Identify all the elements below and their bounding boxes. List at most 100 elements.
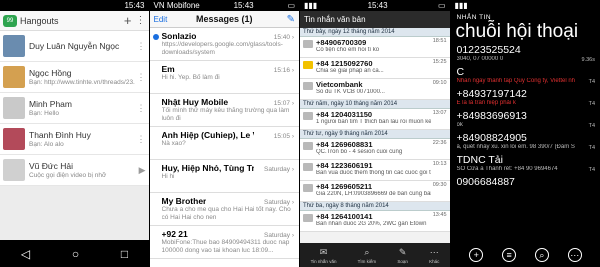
message-row[interactable]: Vietcombank So du TK VCB 0071000... 09:10 xyxy=(300,79,450,100)
overflow-menu-icon[interactable]: ⋮ xyxy=(136,15,146,26)
status-time: 15:43 xyxy=(233,1,254,10)
thread-row[interactable]: Sonlazio 15:40 › https://developers.google… xyxy=(149,28,299,61)
more-icon[interactable]: ⋯ xyxy=(567,248,582,262)
battery-icon: ▭ xyxy=(287,1,295,10)
thread-row[interactable]: 01223525524 3040, 07 00000 0 9.36s xyxy=(451,43,600,65)
app-title: Hangouts xyxy=(20,15,59,26)
thread-row[interactable]: My Brother Saturday › Chưa a cho me qua ch… xyxy=(149,193,299,226)
thread-contact: C xyxy=(456,66,465,78)
thread-preview: Tối mình thử máy kêu thằng trường qua là… xyxy=(161,107,290,122)
thread-time: T4 xyxy=(588,79,595,85)
status-bar: 15:43 xyxy=(0,0,149,11)
thread-row[interactable]: C Nhan ngay thanh tap Quy Cong ty, Viette… xyxy=(451,65,600,87)
thread-row[interactable]: +84937197142 E la là trần hiệp phải k T4 xyxy=(451,87,600,109)
thread-preview: Nhan ngay thanh tap Quy Cong ty, Viettel… xyxy=(456,78,575,84)
message-preview: So du TK VCB 0071000... xyxy=(316,89,385,95)
thread-list: Sonlazio 15:40 › https://developers.google… xyxy=(149,28,299,259)
tab-more[interactable]: ⋯ Khác xyxy=(429,247,439,264)
video-call-icon[interactable]: ▶ xyxy=(139,165,146,176)
message-preview: Ban nhan duoc 2G 20%, 2WC gan Etown xyxy=(316,221,427,227)
tab-message[interactable]: ✉ Tin nhắn văn xyxy=(311,247,337,264)
more-icon[interactable]: ⋮ xyxy=(137,72,146,83)
thread-row[interactable]: +84983696913 ok T4 xyxy=(451,109,600,131)
message-row[interactable]: +84 1215092760 Chia se giai phap an ca...… xyxy=(300,58,450,79)
contact-row[interactable]: Minh Pham Bạn: Hello ⋮ xyxy=(0,93,149,124)
contact-row[interactable]: Vũ Đức Hải Cuộc gọi điện video bị nhỡ ▶ xyxy=(0,155,149,186)
thread-row[interactable]: +84908824905 á, quét nháy xu. xin lỗi em.… xyxy=(451,131,600,153)
contact-name: Vũ Đức Hải xyxy=(29,161,73,171)
thread-preview: E la là trần hiệp phải k xyxy=(456,100,516,106)
thread-preview: SỐ Cửa a Thanh rét: +84 90 9694674 xyxy=(456,166,558,172)
message-row[interactable]: +84 1264100141 Ban nhan duoc 2G 20%, 2WC … xyxy=(300,211,450,232)
message-preview: 1 ngưoi ban tim T thich ban lau roi muon… xyxy=(316,119,431,125)
message-preview: Gia 220N, LH:0903896669 de ban cung ban xyxy=(316,191,431,197)
tab-label: Soạn xyxy=(397,258,408,264)
select-icon[interactable]: ≡ xyxy=(502,248,517,262)
contact-text: Minh Pham Bạn: Hello xyxy=(29,99,135,117)
add-icon[interactable]: + xyxy=(124,13,132,28)
thread-row[interactable]: Nhật Huy Mobile 15:07 › Tối mình thử máy k… xyxy=(149,94,299,127)
screenshot-collage: 15:43 99 Hangouts + ⋮ Duy Luân Nguyễn Ng… xyxy=(0,0,600,267)
thread-time: T4 xyxy=(588,145,595,151)
message-time: 09:10 xyxy=(432,80,447,86)
thread-row[interactable]: Em 15:16 › Hi hi. Yep. Bố làm đi xyxy=(149,61,299,94)
contact-row[interactable]: Thanh Đình Huy Bạn: Alo alo ⋮ xyxy=(0,124,149,155)
thread-contact: 0906684887 xyxy=(456,176,515,188)
avatar xyxy=(3,159,25,181)
thread-name: +92 21 xyxy=(161,229,188,239)
contact-text: Ngọc Hồng Bạn: http://www.tinhte.vn/threa… xyxy=(29,68,135,86)
thread-time: Saturday › xyxy=(264,232,294,239)
contact-row[interactable]: Ngọc Hồng Bạn: http://www.tinhte.vn/threa… xyxy=(0,62,149,93)
message-row[interactable]: +84 1204031150 1 ngưoi ban tim T thich ba… xyxy=(300,109,450,130)
thread-row[interactable]: Huy, Hiệp Nhỏ, Tùng Trin... Saturday › Hi … xyxy=(149,160,299,193)
message-preview: Có tiện cho em hỏi tí ko xyxy=(316,47,380,53)
avatar xyxy=(3,97,25,119)
message-row[interactable]: +84 1269608831 QC.Tron bo - 4 sesion cuoi… xyxy=(300,139,450,160)
message-time: 18:51 xyxy=(432,38,447,44)
thread-row[interactable]: +92 21 Saturday › MobiFone:Thue bao 849094… xyxy=(149,226,299,259)
thread-time: Saturday › xyxy=(264,199,294,206)
message-time: 09:30 xyxy=(432,182,447,188)
thread-name: Em xyxy=(161,64,175,74)
tab-compose[interactable]: ✎ Soạn xyxy=(397,247,408,264)
home-icon[interactable]: ○ xyxy=(72,247,79,261)
edit-button[interactable]: Edit xyxy=(154,15,184,24)
thread-preview: Hi hi. Yep. Bố làm đi xyxy=(161,74,220,81)
carrier-label: VN Mobifone xyxy=(153,1,200,10)
more-icon[interactable]: ⋮ xyxy=(137,103,146,114)
sender-number: Vietcombank xyxy=(316,80,363,89)
contact-name: Duy Luân Nguyễn Ngọc xyxy=(29,41,120,51)
recents-icon[interactable]: □ xyxy=(121,247,128,261)
envelope-icon xyxy=(303,61,313,69)
thread-row[interactable]: Anh Hiệp (Cuhiep), Le V... 15:05 › Nà xao? xyxy=(149,127,299,160)
thread-list: 01223525524 3040, 07 00000 0 9.36s C Nhan ng… xyxy=(451,43,600,197)
thread-time: 15:05 › xyxy=(273,133,294,140)
back-icon[interactable]: ◁ xyxy=(21,247,30,261)
date-header: Thứ ba, ngày 8 tháng năm 2014 xyxy=(300,202,450,211)
message-text: +84906700309 Có tiện cho em hỏi tí ko xyxy=(316,38,431,56)
message-preview: Chia se giai phap an ca... xyxy=(316,68,384,74)
compose-icon[interactable]: ✎ xyxy=(265,14,295,25)
tab-search[interactable]: ⌕ Tìm kiếm xyxy=(358,247,377,264)
more-icon[interactable]: ⋮ xyxy=(137,134,146,145)
thread-time: Saturday › xyxy=(264,166,294,173)
contact-last-message: Bạn: Alo alo xyxy=(29,141,64,148)
message-text: +84 1264100141 Ban nhan duoc 2G 20%, 2WC … xyxy=(316,212,431,230)
contact-row[interactable]: Duy Luân Nguyễn Ngọc ⋮ xyxy=(0,31,149,62)
more-icon[interactable]: ⋮ xyxy=(137,41,146,52)
thread-row[interactable]: TDNC Tải SỐ Cửa a Thanh rét: +84 90 96946… xyxy=(451,153,600,175)
sender-number: +84 1215092760 xyxy=(316,59,373,68)
date-header: Thứ bảy, ngày 12 tháng năm 2014 xyxy=(300,28,450,37)
tab-label: Tìm kiếm xyxy=(357,258,377,264)
unread-dot-icon xyxy=(152,34,159,40)
message-row[interactable]: +84 1269605211 Gia 220N, LH:0903896669 de… xyxy=(300,181,450,202)
thread-header: Sonlazio 15:40 › xyxy=(162,31,295,41)
message-row[interactable]: +84906700309 Có tiện cho em hỏi tí ko 18:5… xyxy=(300,37,450,58)
sender-number: +84 1269608831 xyxy=(316,140,373,149)
thread-row[interactable]: 0906684887 xyxy=(451,175,600,197)
new-message-icon[interactable]: + xyxy=(469,248,484,262)
thread-time: T4 xyxy=(588,101,595,107)
message-text: Vietcombank So du TK VCB 0071000... xyxy=(316,80,431,98)
search-icon[interactable]: ⌕ xyxy=(534,248,549,262)
message-row[interactable]: +84 1223606191 Ban vua duoc them thong ti… xyxy=(300,160,450,181)
